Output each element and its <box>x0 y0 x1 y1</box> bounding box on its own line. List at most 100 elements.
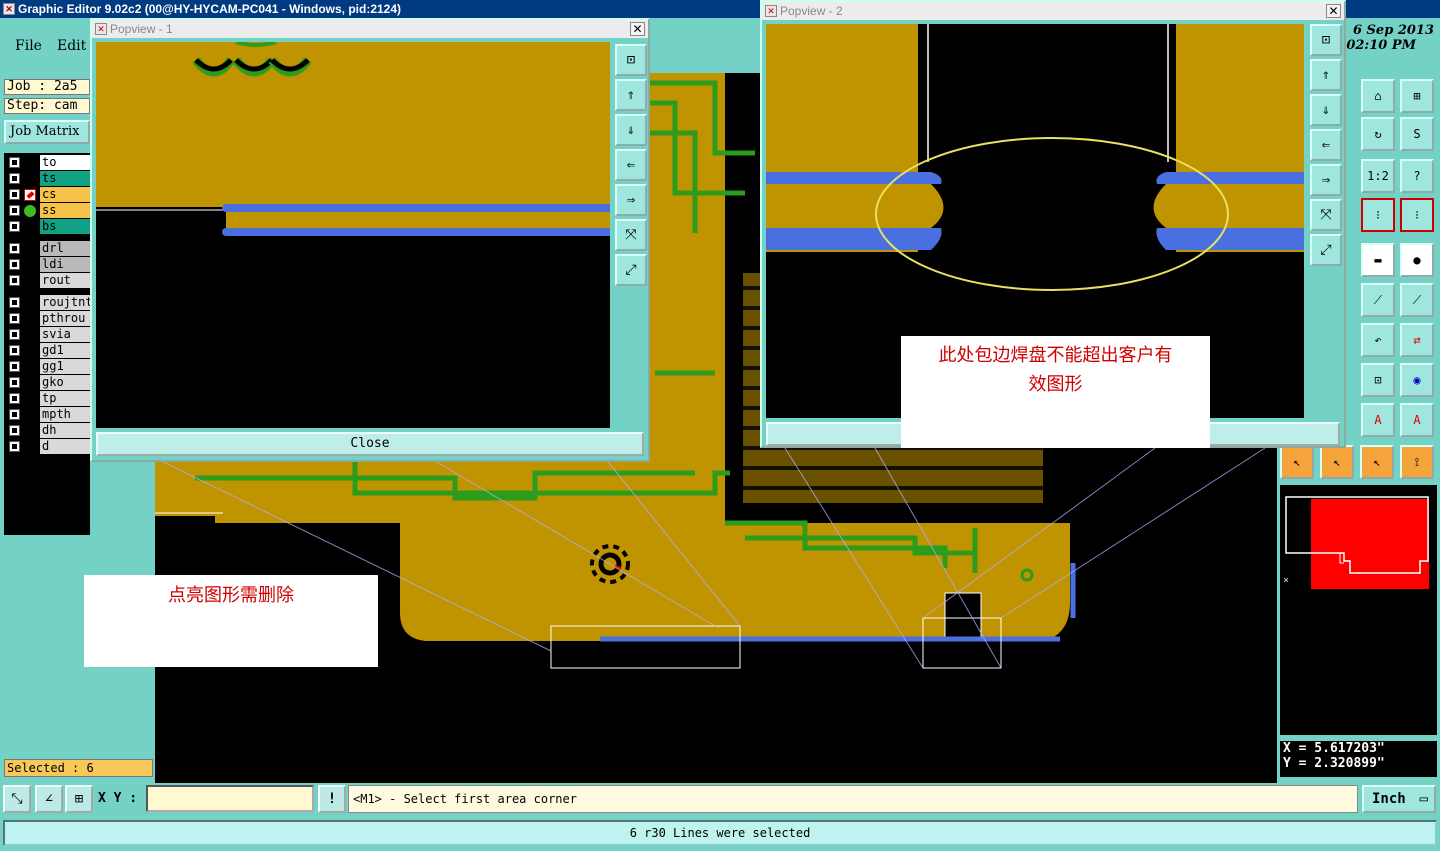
layer-row-rout[interactable]: rout <box>4 273 90 289</box>
grid-icon[interactable]: ⊞ <box>65 785 93 813</box>
job-matrix-button[interactable]: Job Matrix <box>4 120 90 144</box>
layer-checkbox[interactable] <box>9 157 20 168</box>
overview-canvas[interactable]: × <box>1280 485 1437 735</box>
pv2-zoom-out-icon[interactable]: ⤢ <box>1310 234 1342 266</box>
layer-row-drl[interactable]: drl <box>4 241 90 257</box>
layer-checkbox[interactable] <box>9 189 20 200</box>
units-dropdown-icon: ▭ <box>1419 791 1428 807</box>
pv2-pan-down-icon[interactable]: ⇓ <box>1310 94 1342 126</box>
layer-row-ldi[interactable]: ldi <box>4 257 90 273</box>
layer-checkbox[interactable] <box>9 313 20 324</box>
layer-checkbox[interactable] <box>9 259 20 270</box>
help-icon[interactable]: ? <box>1400 159 1434 193</box>
menu-edit[interactable]: Edit <box>57 38 86 54</box>
units-selector[interactable]: Inch ▭ <box>1362 785 1436 813</box>
layer-row-gg1[interactable]: gg1 <box>4 359 90 375</box>
pointer-icon[interactable]: ↖ <box>1280 445 1314 479</box>
layer-checkbox[interactable] <box>9 297 20 308</box>
snap-icon[interactable]: ⁝ <box>1361 198 1395 232</box>
exclaim-button[interactable]: ! <box>318 785 346 813</box>
snap2-icon[interactable]: ⁝ <box>1400 198 1434 232</box>
note-right-line2: 效图形 <box>1028 374 1083 395</box>
zoom-icon[interactable]: ⊡ <box>1361 363 1395 397</box>
popview-1-close-icon[interactable]: ✕ <box>630 22 645 36</box>
pv1-zoom-out-icon[interactable]: ⤢ <box>615 254 647 286</box>
layer-row-to[interactable]: to <box>4 155 90 171</box>
layer-checkbox[interactable] <box>9 393 20 404</box>
measure2-icon[interactable]: ⟋ <box>1400 283 1434 317</box>
angle-snap-icon[interactable]: ∠ <box>35 785 63 813</box>
layer-row-bs[interactable]: bs <box>4 219 90 235</box>
layer-checkbox[interactable] <box>9 361 20 372</box>
layer-checkbox[interactable] <box>9 409 20 420</box>
shapes-icon[interactable]: ◉ <box>1400 363 1434 397</box>
popview-1-title: Popview - 1 <box>110 22 173 36</box>
snap-grid-icon[interactable]: ⤡ <box>3 785 31 813</box>
popview-2-icon: ✕ <box>765 5 777 17</box>
layer-row-tp[interactable]: tp <box>4 391 90 407</box>
layer-name: gg1 <box>40 359 90 374</box>
ruler-icon[interactable]: ▬ <box>1361 243 1395 277</box>
layer-row-gd1[interactable]: gd1 <box>4 343 90 359</box>
layer-row-gko[interactable]: gko <box>4 375 90 391</box>
layer-name: pthrou <box>40 311 90 326</box>
popview-1-close-button[interactable]: Close <box>96 432 644 456</box>
layer-row-roujtnt[interactable]: roujtnt <box>4 295 90 311</box>
pv1-zoom-in-icon[interactable]: ⤧ <box>615 219 647 251</box>
layer-name: svia <box>40 327 90 342</box>
layer-row-pthrou[interactable]: pthrou <box>4 311 90 327</box>
route-icon[interactable]: ⟟ <box>1400 445 1434 479</box>
pv1-pan-left-icon[interactable]: ⇐ <box>615 149 647 181</box>
layout-icon[interactable]: ⊞ <box>1400 79 1434 113</box>
layer-checkbox[interactable] <box>9 275 20 286</box>
layer-row-ss[interactable]: ss <box>4 203 90 219</box>
home-icon[interactable]: ⌂ <box>1361 79 1395 113</box>
pv2-zoom-in-icon[interactable]: ⤧ <box>1310 199 1342 231</box>
layer-name: to <box>40 155 90 170</box>
popview-1-canvas[interactable] <box>96 42 610 428</box>
rotate-icon[interactable]: ↻ <box>1361 117 1395 151</box>
layer-checkbox[interactable] <box>9 329 20 340</box>
layer-row-svia[interactable]: svia <box>4 327 90 343</box>
scale-icon[interactable]: 1:2 <box>1361 159 1395 193</box>
layer-row-d[interactable]: d <box>4 439 90 455</box>
attribute-icon[interactable]: A <box>1361 403 1395 437</box>
menu-file[interactable]: File <box>15 38 42 54</box>
popview-2-close-icon[interactable]: ✕ <box>1326 4 1341 18</box>
layer-row-dh[interactable]: dh <box>4 423 90 439</box>
pv1-pan-up-icon[interactable]: ⇑ <box>615 79 647 111</box>
select-icon[interactable]: ↖ <box>1320 445 1354 479</box>
select2-icon[interactable]: ↖ <box>1360 445 1394 479</box>
layer-checkbox[interactable] <box>9 173 20 184</box>
layer-checkbox[interactable] <box>9 345 20 356</box>
layer-list: to ts cs ss bs drl ldi rout roujtnt pthrou svia gd1… <box>4 153 90 535</box>
pv1-pan-right-icon[interactable]: ⇒ <box>615 184 647 216</box>
layer-name: mpth <box>40 407 90 422</box>
pv1-pan-down-icon[interactable]: ⇓ <box>615 114 647 146</box>
attribute2-icon[interactable]: A <box>1400 403 1434 437</box>
layer-checkbox[interactable] <box>9 425 20 436</box>
work-layer-icon <box>24 189 36 201</box>
layer-checkbox[interactable] <box>9 441 20 452</box>
pv2-pan-left-icon[interactable]: ⇐ <box>1310 129 1342 161</box>
layer-name: roujtnt <box>40 295 90 310</box>
layer-checkbox[interactable] <box>9 205 20 216</box>
xy-label: X Y : <box>98 791 138 806</box>
layer-checkbox[interactable] <box>9 221 20 232</box>
layer-name: tp <box>40 391 90 406</box>
layer-row-cs[interactable]: cs <box>4 187 90 203</box>
pv1-fit-icon[interactable]: ⊡ <box>615 44 647 76</box>
flip-icon[interactable]: ⇄ <box>1400 323 1434 357</box>
pv2-pan-right-icon[interactable]: ⇒ <box>1310 164 1342 196</box>
undo-icon[interactable]: ↶ <box>1361 323 1395 357</box>
mirror-icon[interactable]: S <box>1400 117 1434 151</box>
pv2-fit-icon[interactable]: ⊡ <box>1310 24 1342 56</box>
pv2-pan-up-icon[interactable]: ⇑ <box>1310 59 1342 91</box>
xy-input[interactable] <box>146 785 314 812</box>
pad-icon[interactable]: ● <box>1400 243 1434 277</box>
layer-checkbox[interactable] <box>9 377 20 388</box>
measure-icon[interactable]: ⟋ <box>1361 283 1395 317</box>
layer-row-ts[interactable]: ts <box>4 171 90 187</box>
layer-checkbox[interactable] <box>9 243 20 254</box>
layer-row-mpth[interactable]: mpth <box>4 407 90 423</box>
